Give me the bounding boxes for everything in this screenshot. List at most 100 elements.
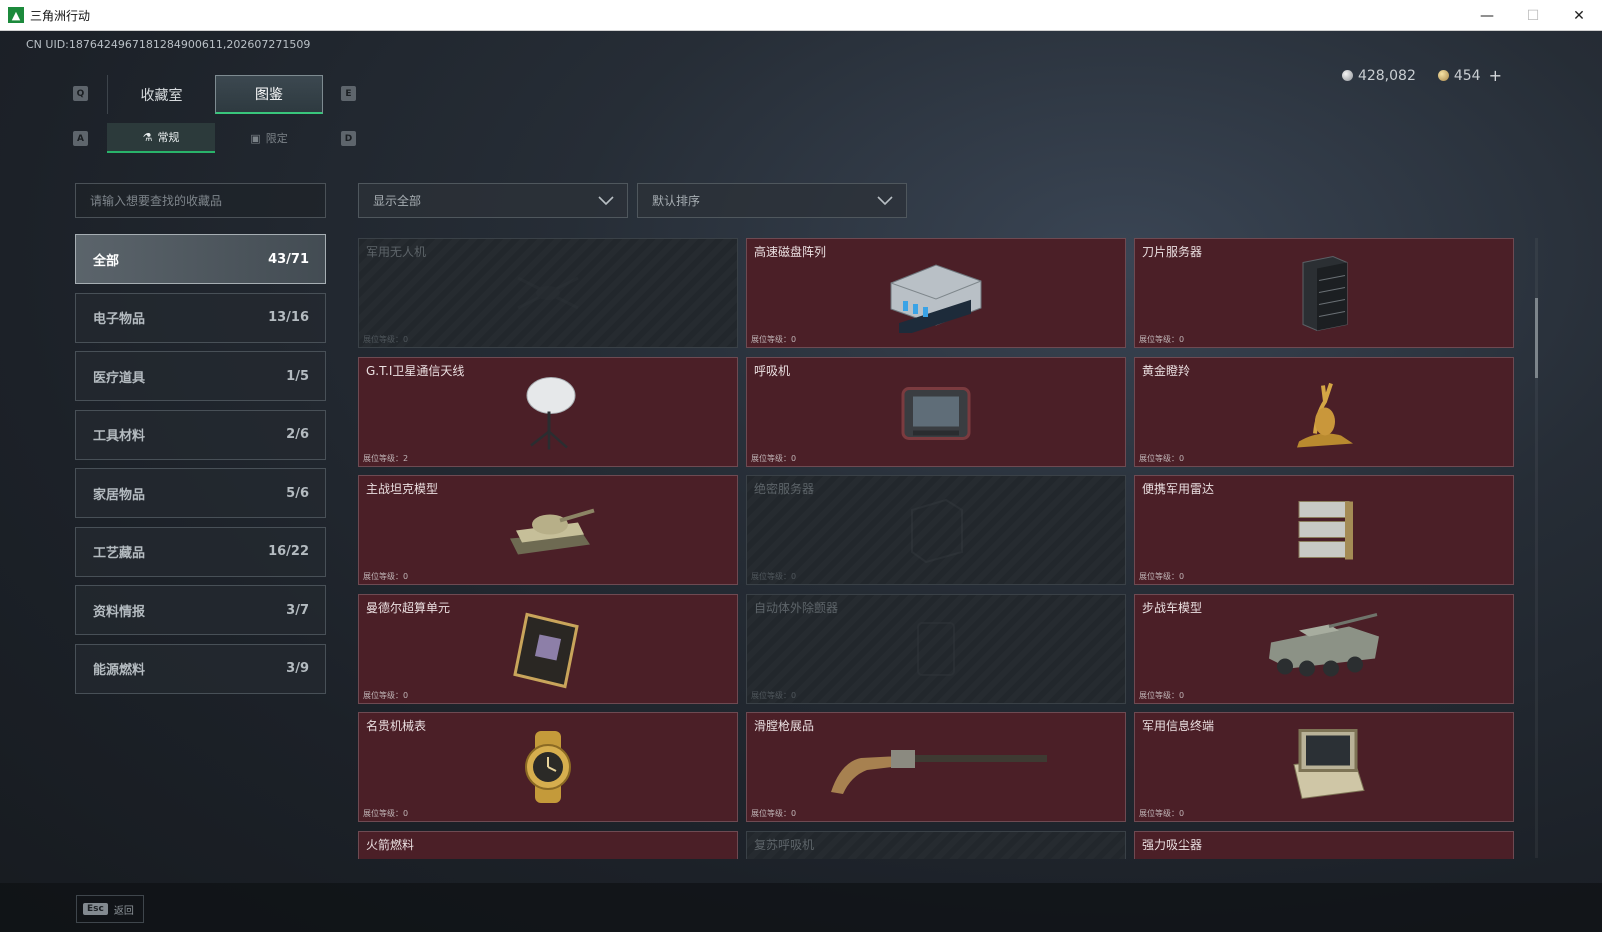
disk-array-icon: [881, 253, 991, 338]
item-card[interactable]: 呼吸机 展位等级：0: [746, 356, 1126, 467]
category-count: 1/5: [286, 368, 309, 384]
category-crafts[interactable]: 工艺藏品 16/22: [75, 526, 326, 577]
category-count: 16/22: [268, 544, 309, 559]
item-display-level: 展位等级：0: [751, 690, 797, 700]
category-label: 家居物品: [93, 487, 146, 503]
footer-bar: [0, 883, 1602, 932]
tab-regular-label: 常规: [157, 131, 180, 144]
item-display-level: 展位等级：0: [751, 572, 797, 581]
sort-dropdown-value: 默认排序: [652, 194, 701, 208]
gold-gazelle-icon: [1279, 369, 1369, 458]
category-all[interactable]: 全部 43/71: [75, 234, 326, 284]
silver-amount: 428,082: [1357, 67, 1416, 84]
item-name: 军用无人机: [366, 245, 427, 259]
item-grid-viewport: 军用无人机 展位等级：0 高速磁盘阵列 展位等级：0 刀片服务器 展位等级：0 G.T.I卫…: [358, 238, 1532, 859]
item-display-level: 展位等级：0: [751, 809, 797, 818]
item-name: 绝密服务器: [754, 482, 815, 496]
satellite-antenna-icon: [513, 369, 583, 458]
category-count: 3/9: [286, 661, 309, 676]
player-uid: CN UID:1876424967181284900611,2026072715…: [26, 38, 311, 51]
item-card[interactable]: G.T.I卫星通信天线展位等级：2: [358, 356, 738, 467]
tab-collection-room[interactable]: 收藏室: [107, 75, 215, 114]
ventilator-icon: [891, 374, 981, 453]
supercomputer-icon: [503, 606, 593, 695]
item-name: 步战车模型: [1142, 600, 1203, 615]
chevron-down-icon: [877, 196, 893, 206]
server-icon: [1289, 251, 1359, 340]
item-grid: 军用无人机 展位等级：0 高速磁盘阵列 展位等级：0 刀片服务器 展位等级：0 G.T.I卫…: [358, 238, 1532, 859]
item-card[interactable]: 曼德尔超算单元 展位等级：0: [358, 593, 738, 704]
category-list: 全部 43/71 电子物品 13/16 医疗道具 1/5 工具材料 2/6 家居…: [75, 234, 326, 702]
item-name: G.T.I卫星通信天线: [366, 363, 465, 378]
back-button[interactable]: Esc 返回: [76, 895, 144, 923]
item-name: 名贵机械表: [366, 719, 427, 733]
musket-icon: [821, 732, 1051, 806]
item-display-level: 展位等级：0: [1139, 572, 1185, 581]
item-card[interactable]: 强力吸尘器: [1134, 830, 1514, 859]
item-card[interactable]: 滑膛枪展品 展位等级：0: [746, 712, 1126, 822]
app-logo-icon: ▲: [8, 7, 24, 23]
item-display-level: 展位等级：0: [363, 572, 409, 581]
item-card[interactable]: 刀片服务器 展位等级：0: [1134, 238, 1514, 348]
scrollbar-thumb[interactable]: [1535, 298, 1538, 378]
filter-dropdown[interactable]: 显示全部: [358, 183, 628, 218]
ifv-icon: [1259, 606, 1389, 695]
game-viewport: CN UID:1876424967181284900611,2026072715…: [0, 31, 1602, 932]
defibrillator-icon: [906, 609, 966, 693]
item-card[interactable]: 名贵机械表展位等级：0: [358, 712, 738, 822]
secret-server-icon: [896, 490, 976, 574]
category-label: 工具材料: [93, 429, 146, 444]
image-icon: ▣: [250, 131, 261, 145]
item-card[interactable]: 复苏呼吸机: [746, 830, 1126, 859]
tab-limited[interactable]: ▣ 限定: [215, 123, 323, 153]
item-display-level: 展位等级：0: [1139, 453, 1185, 463]
category-household[interactable]: 家居物品 5/6: [75, 468, 326, 518]
radar-icon: [1279, 488, 1369, 577]
tank-icon: [498, 493, 598, 572]
add-currency-button[interactable]: +: [1489, 66, 1502, 85]
tab-regular[interactable]: ⚗ 常规: [107, 123, 215, 153]
terminal-icon: [1274, 725, 1374, 814]
category-electronics[interactable]: 电子物品 13/16: [75, 292, 326, 343]
item-name: 强力吸尘器: [1142, 837, 1203, 852]
tab-catalog[interactable]: 图鉴: [215, 75, 323, 114]
key-hint-e: E: [341, 86, 356, 101]
sort-dropdown[interactable]: 默认排序: [637, 183, 907, 218]
esc-key-hint: Esc: [83, 903, 108, 915]
item-card[interactable]: 自动体外除颤器 展位等级：0: [746, 593, 1126, 704]
item-card[interactable]: 高速磁盘阵列 展位等级：0: [746, 238, 1126, 348]
item-card[interactable]: 便携军用雷达 展位等级：0: [1134, 475, 1514, 585]
minimize-button[interactable]: —: [1464, 0, 1510, 31]
item-card[interactable]: 火箭燃料: [358, 830, 738, 859]
search-input[interactable]: 请输入想要查找的收藏品: [75, 183, 326, 218]
category-label: 工艺藏品: [93, 546, 146, 561]
item-display-level: 展位等级：0: [751, 453, 797, 463]
item-card[interactable]: 军用无人机 展位等级：0: [358, 238, 738, 348]
item-card[interactable]: 主战坦克模型 展位等级：0: [358, 475, 738, 585]
window-title: 三角洲行动: [30, 8, 91, 23]
key-hint-q: Q: [73, 86, 88, 101]
category-label: 医疗道具: [93, 370, 146, 386]
grid-scrollbar[interactable]: [1535, 238, 1538, 858]
category-count: 2/6: [286, 427, 309, 442]
item-card[interactable]: 绝密服务器展位等级：0: [746, 475, 1126, 585]
item-name: 军用信息终端: [1142, 719, 1215, 733]
filter-dropdown-value: 显示全部: [373, 194, 422, 208]
category-tools[interactable]: 工具材料 2/6: [75, 409, 326, 460]
item-card[interactable]: 步战车模型 展位等级：0: [1134, 593, 1514, 704]
maximize-button[interactable]: ☐: [1510, 0, 1556, 31]
item-name: 曼德尔超算单元: [366, 600, 451, 615]
close-button[interactable]: ✕: [1556, 0, 1602, 31]
category-intel[interactable]: 资料情报 3/7: [75, 585, 326, 635]
item-card[interactable]: 军用信息终端展位等级：0: [1134, 712, 1514, 822]
category-medical[interactable]: 医疗道具 1/5: [75, 351, 326, 401]
item-display-level: 展位等级：0: [363, 809, 409, 818]
item-card[interactable]: 黄金瞪羚 展位等级：0: [1134, 356, 1514, 467]
item-display-level: 展位等级：2: [363, 453, 409, 463]
item-display-level: 展位等级：0: [1139, 809, 1185, 818]
window-controls: — ☐ ✕: [1464, 0, 1602, 31]
tab-limited-label: 限定: [265, 132, 288, 145]
main-tabs: 收藏室 图鉴: [107, 75, 323, 114]
category-fuel[interactable]: 能源燃料 3/9: [75, 643, 326, 694]
silver-coin-icon: [1341, 70, 1353, 81]
